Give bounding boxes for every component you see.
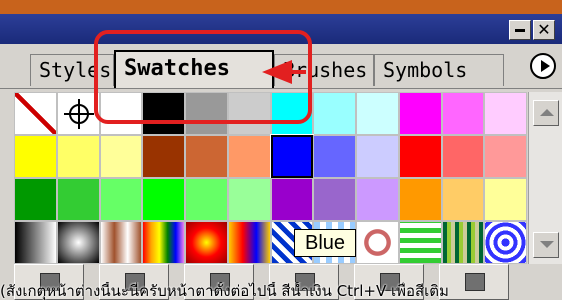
caption-text: (สังเกตุหน้าต่างนี้นะนี่ครับหน้าตาตั้งต่…	[0, 282, 449, 300]
swatch-tooltip: Blue	[294, 229, 356, 257]
highlight-arrow	[262, 60, 306, 84]
